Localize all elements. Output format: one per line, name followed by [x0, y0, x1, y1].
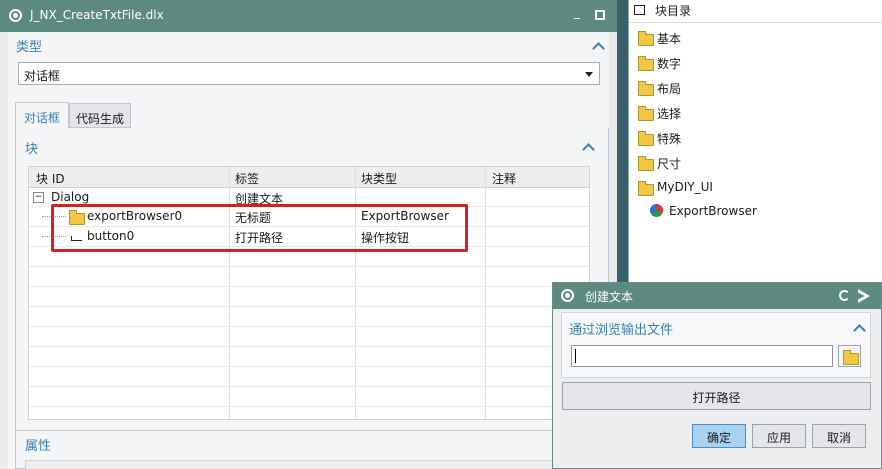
close-icon[interactable]: [858, 289, 870, 303]
catalog-subitem-label: ExportBrowser: [669, 204, 757, 218]
catalog-divider: [629, 22, 882, 23]
cancel-button[interactable]: 取消: [812, 424, 866, 448]
catalog-item-label: 尺寸: [657, 157, 682, 171]
tab-dialog[interactable]: 对话框: [15, 102, 69, 128]
grid-row-line: [29, 346, 589, 347]
grid-header: 块 ID 标签 块类型 注释: [29, 167, 589, 188]
tree-collapse-icon[interactable]: −: [33, 192, 44, 203]
tab-code-gen[interactable]: 代码生成: [69, 103, 131, 128]
header-block-id[interactable]: 块 ID: [36, 170, 65, 187]
type-select[interactable]: 对话框: [18, 62, 600, 85]
grid-row-line: [29, 366, 589, 367]
ok-label: 确定: [706, 431, 731, 445]
catalog-item-label: 选择: [657, 107, 682, 121]
folder-icon: [638, 156, 654, 171]
window-title: J_NX_CreateTxtFile.dlx: [30, 8, 164, 22]
header-label[interactable]: 标签: [235, 170, 259, 187]
grid-row-line: [29, 326, 589, 327]
maximize-icon[interactable]: [595, 10, 605, 20]
gear-icon[interactable]: [561, 289, 574, 302]
apply-label: 应用: [766, 431, 791, 445]
minimize-icon[interactable]: _: [574, 5, 580, 19]
grid-row-line: [29, 406, 589, 407]
browse-button[interactable]: [838, 345, 861, 367]
reset-icon[interactable]: [839, 290, 850, 301]
row-id: Dialog: [51, 190, 90, 204]
grid-row-line: [29, 286, 589, 287]
type-section-label[interactable]: 类型: [16, 36, 42, 55]
grid-row-line: [29, 386, 589, 387]
folder-icon: [638, 81, 654, 96]
catalog-item-label: MyDIY_UI: [657, 180, 713, 194]
header-note[interactable]: 注释: [492, 170, 516, 187]
file-path-input[interactable]: [571, 345, 833, 367]
highlight-box: [51, 204, 468, 252]
folder-open-icon: [843, 350, 859, 365]
props-grid-header: [25, 460, 590, 469]
gear-icon[interactable]: [9, 9, 22, 22]
block-type-icon: [650, 204, 663, 217]
folder-icon: [638, 106, 654, 121]
catalog-item-label: 布局: [657, 82, 682, 96]
popup-title: 创建文本: [585, 290, 634, 304]
header-block-type[interactable]: 块类型: [361, 170, 397, 187]
open-path-label: 打开路径: [692, 391, 741, 405]
catalog-item-label: 特殊: [657, 132, 682, 146]
folder-open-icon: [638, 181, 654, 196]
group-label[interactable]: 通过浏览输出文件: [569, 319, 673, 338]
catalog-item-label: 基本: [657, 32, 682, 46]
text-caret: [575, 349, 576, 363]
tab-code-gen-label: 代码生成: [75, 112, 124, 126]
chevron-down-icon: [585, 72, 593, 77]
grid-row-line: [29, 266, 589, 267]
preview-dialog: 创建文本 通过浏览输出文件 打开路径 确定 应用 取消: [552, 282, 882, 469]
ok-button[interactable]: 确定: [692, 424, 746, 448]
catalog-icon: [634, 5, 645, 15]
type-select-value: 对话框: [24, 69, 61, 83]
main-title-bar: J_NX_CreateTxtFile.dlx _: [0, 0, 617, 32]
popup-title-bar: 创建文本: [553, 283, 881, 309]
folder-icon: [638, 131, 654, 146]
props-section-label[interactable]: 属性: [25, 435, 51, 454]
styler-window: J_NX_CreateTxtFile.dlx _ 类型 对话框 对话框 代码生成…: [0, 0, 617, 469]
open-path-button[interactable]: 打开路径: [562, 382, 871, 410]
catalog-item-label: 数字: [657, 57, 682, 71]
cancel-label: 取消: [826, 431, 851, 445]
tab-dialog-label: 对话框: [23, 111, 60, 125]
apply-button[interactable]: 应用: [752, 424, 806, 448]
block-section-label[interactable]: 块: [25, 138, 38, 157]
grid-row-line: [29, 306, 589, 307]
folder-icon: [638, 31, 654, 46]
catalog-title: 块目录: [655, 4, 692, 18]
folder-icon: [638, 56, 654, 71]
